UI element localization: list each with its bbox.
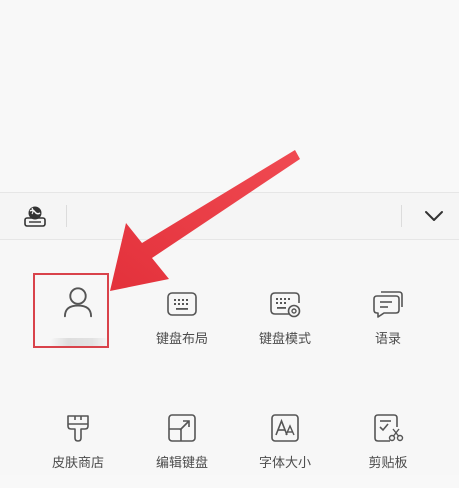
tile-font-size-label: 字体大小 — [258, 456, 311, 471]
chevron-down-icon[interactable] — [420, 203, 448, 229]
clipboard-scissors-icon — [374, 414, 404, 442]
tile-keyboard-mode-label: 键盘模式 — [258, 332, 311, 347]
tile-phrases[interactable]: 语录 — [343, 280, 433, 364]
tile-keyboard-mode[interactable]: 键盘模式 — [240, 280, 330, 364]
keyboard-settings-icon — [270, 292, 301, 318]
content-area — [0, 0, 459, 192]
keyboard-globe-icon[interactable] — [22, 203, 48, 229]
keyboard-toolbar — [0, 192, 459, 240]
toolbar-divider-left — [66, 205, 67, 227]
paint-brush-icon — [67, 415, 89, 442]
tile-edit-keyboard-label: 编辑键盘 — [155, 456, 208, 471]
font-size-icon — [271, 414, 299, 442]
tile-keyboard-layout[interactable]: 键盘布局 — [137, 280, 227, 364]
chat-bubble-icon — [373, 291, 403, 318]
tile-clipboard-label: 剪贴板 — [368, 456, 408, 471]
tile-skin-store[interactable]: 皮肤商店 — [33, 404, 123, 488]
highlight-box — [33, 273, 109, 348]
tile-skin-store-label: 皮肤商店 — [51, 456, 104, 471]
tile-phrases-label: 语录 — [374, 332, 401, 347]
keyboard-icon — [167, 292, 197, 316]
tile-edit-keyboard[interactable]: 编辑键盘 — [137, 404, 227, 488]
tile-clipboard[interactable]: 剪贴板 — [343, 404, 433, 488]
tile-keyboard-layout-label: 键盘布局 — [155, 332, 208, 347]
edit-resize-icon — [168, 414, 196, 442]
toolbar-divider-right — [401, 205, 402, 227]
tile-font-size[interactable]: 字体大小 — [240, 404, 330, 488]
